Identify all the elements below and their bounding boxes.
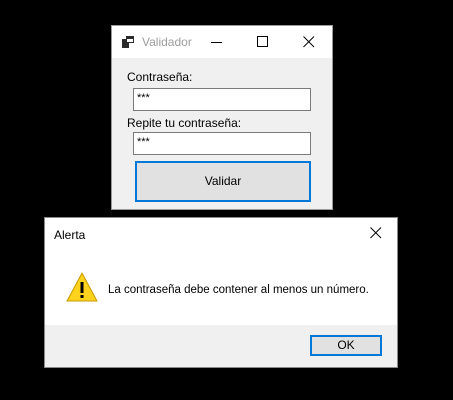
minimize-icon	[211, 42, 222, 43]
maximize-button[interactable]	[240, 26, 286, 58]
repeat-password-input[interactable]: ***	[133, 132, 311, 155]
close-icon	[370, 227, 382, 239]
app-window-icon	[122, 36, 134, 48]
validator-window: Validador Contraseña: *** Repite tu cont…	[111, 25, 333, 210]
dialog-close-button[interactable]	[353, 218, 398, 248]
ok-button[interactable]: OK	[310, 335, 382, 356]
alert-dialog: Alerta La contraseña debe contener al me…	[44, 217, 398, 368]
dialog-footer: OK	[45, 325, 397, 367]
maximize-icon	[257, 36, 268, 47]
window-title: Validador	[142, 35, 192, 49]
alert-message: La contraseña debe contener al menos un …	[108, 284, 369, 296]
validate-button[interactable]: Validar	[135, 161, 311, 202]
minimize-button[interactable]	[194, 26, 240, 58]
repeat-password-label: Repite tu contraseña:	[127, 116, 242, 130]
close-button[interactable]	[286, 26, 332, 58]
close-icon	[303, 36, 315, 48]
dialog-title: Alerta	[54, 228, 86, 242]
password-label: Contraseña:	[127, 70, 193, 84]
password-input[interactable]: ***	[133, 88, 311, 111]
title-bar[interactable]: Validador	[112, 26, 332, 58]
warning-icon	[66, 271, 98, 303]
